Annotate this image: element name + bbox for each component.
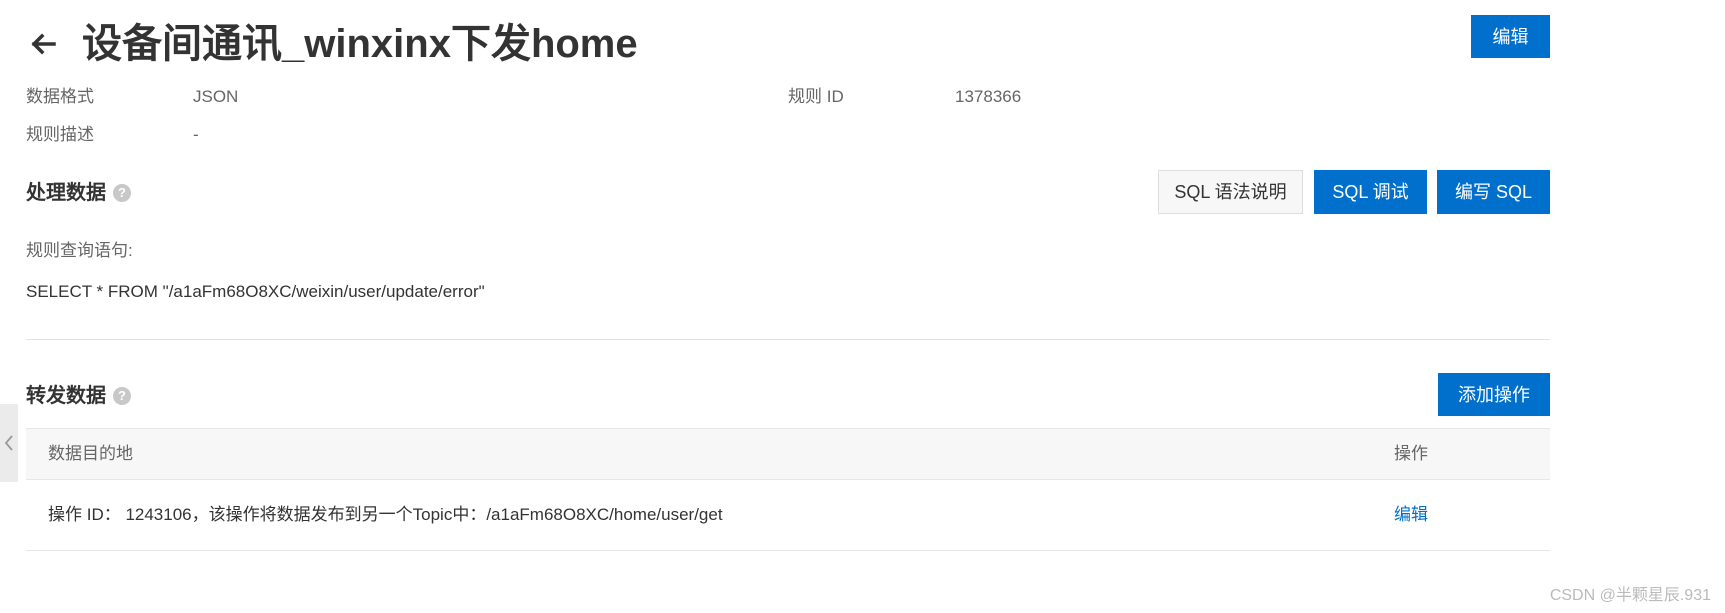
table-header: 数据目的地 操作 xyxy=(26,428,1550,480)
watermark-text: CSDN @半颗星辰.931 xyxy=(1549,587,1711,604)
sidebar-toggle[interactable] xyxy=(0,404,18,482)
process-data-title: 处理数据 xyxy=(26,182,106,204)
page-header: 设备间通讯_winxinx下发home xyxy=(26,14,1713,74)
add-action-button[interactable]: 添加操作 xyxy=(1438,373,1550,416)
write-sql-button[interactable]: 编写 SQL xyxy=(1437,170,1550,214)
rule-id-value: 1378366 xyxy=(955,87,1022,106)
table-row: 操作 ID： 1243106，该操作将数据发布到另一个Topic中：/a1aFm… xyxy=(26,480,1550,551)
data-format-label: 数据格式 xyxy=(26,87,94,106)
row-destination: 操作 ID： 1243106，该操作将数据发布到另一个Topic中：/a1aFm… xyxy=(48,505,723,524)
rule-desc-value: - xyxy=(193,125,199,144)
sql-syntax-button[interactable]: SQL 语法说明 xyxy=(1158,170,1303,214)
forward-data-title: 转发数据 xyxy=(26,385,106,407)
column-header-action: 操作 xyxy=(1394,444,1428,463)
column-header-destination: 数据目的地 xyxy=(48,444,133,463)
page-title: 设备间通讯_winxinx下发home xyxy=(82,22,638,66)
row-edit-link[interactable]: 编辑 xyxy=(1394,480,1428,550)
query-label: 规则查询语句: xyxy=(26,241,133,260)
rule-desc-label: 规则描述 xyxy=(26,125,94,144)
data-format-value: JSON xyxy=(193,87,239,106)
back-button[interactable] xyxy=(26,26,62,62)
edit-rule-button[interactable]: 编辑 xyxy=(1471,15,1550,58)
question-circle-icon[interactable]: ? xyxy=(113,387,131,405)
arrow-left-icon xyxy=(31,33,56,55)
chevron-left-icon xyxy=(4,435,13,451)
rule-id-label: 规则 ID xyxy=(788,87,844,106)
query-statement: SELECT * FROM "/a1aFm68O8XC/weixin/user/… xyxy=(26,282,485,301)
sql-debug-button[interactable]: SQL 调试 xyxy=(1314,170,1427,214)
question-circle-icon[interactable]: ? xyxy=(113,184,131,202)
section-divider xyxy=(26,339,1550,340)
forward-actions-table: 数据目的地 操作 操作 ID： 1243106，该操作将数据发布到另一个Topi… xyxy=(26,428,1550,551)
